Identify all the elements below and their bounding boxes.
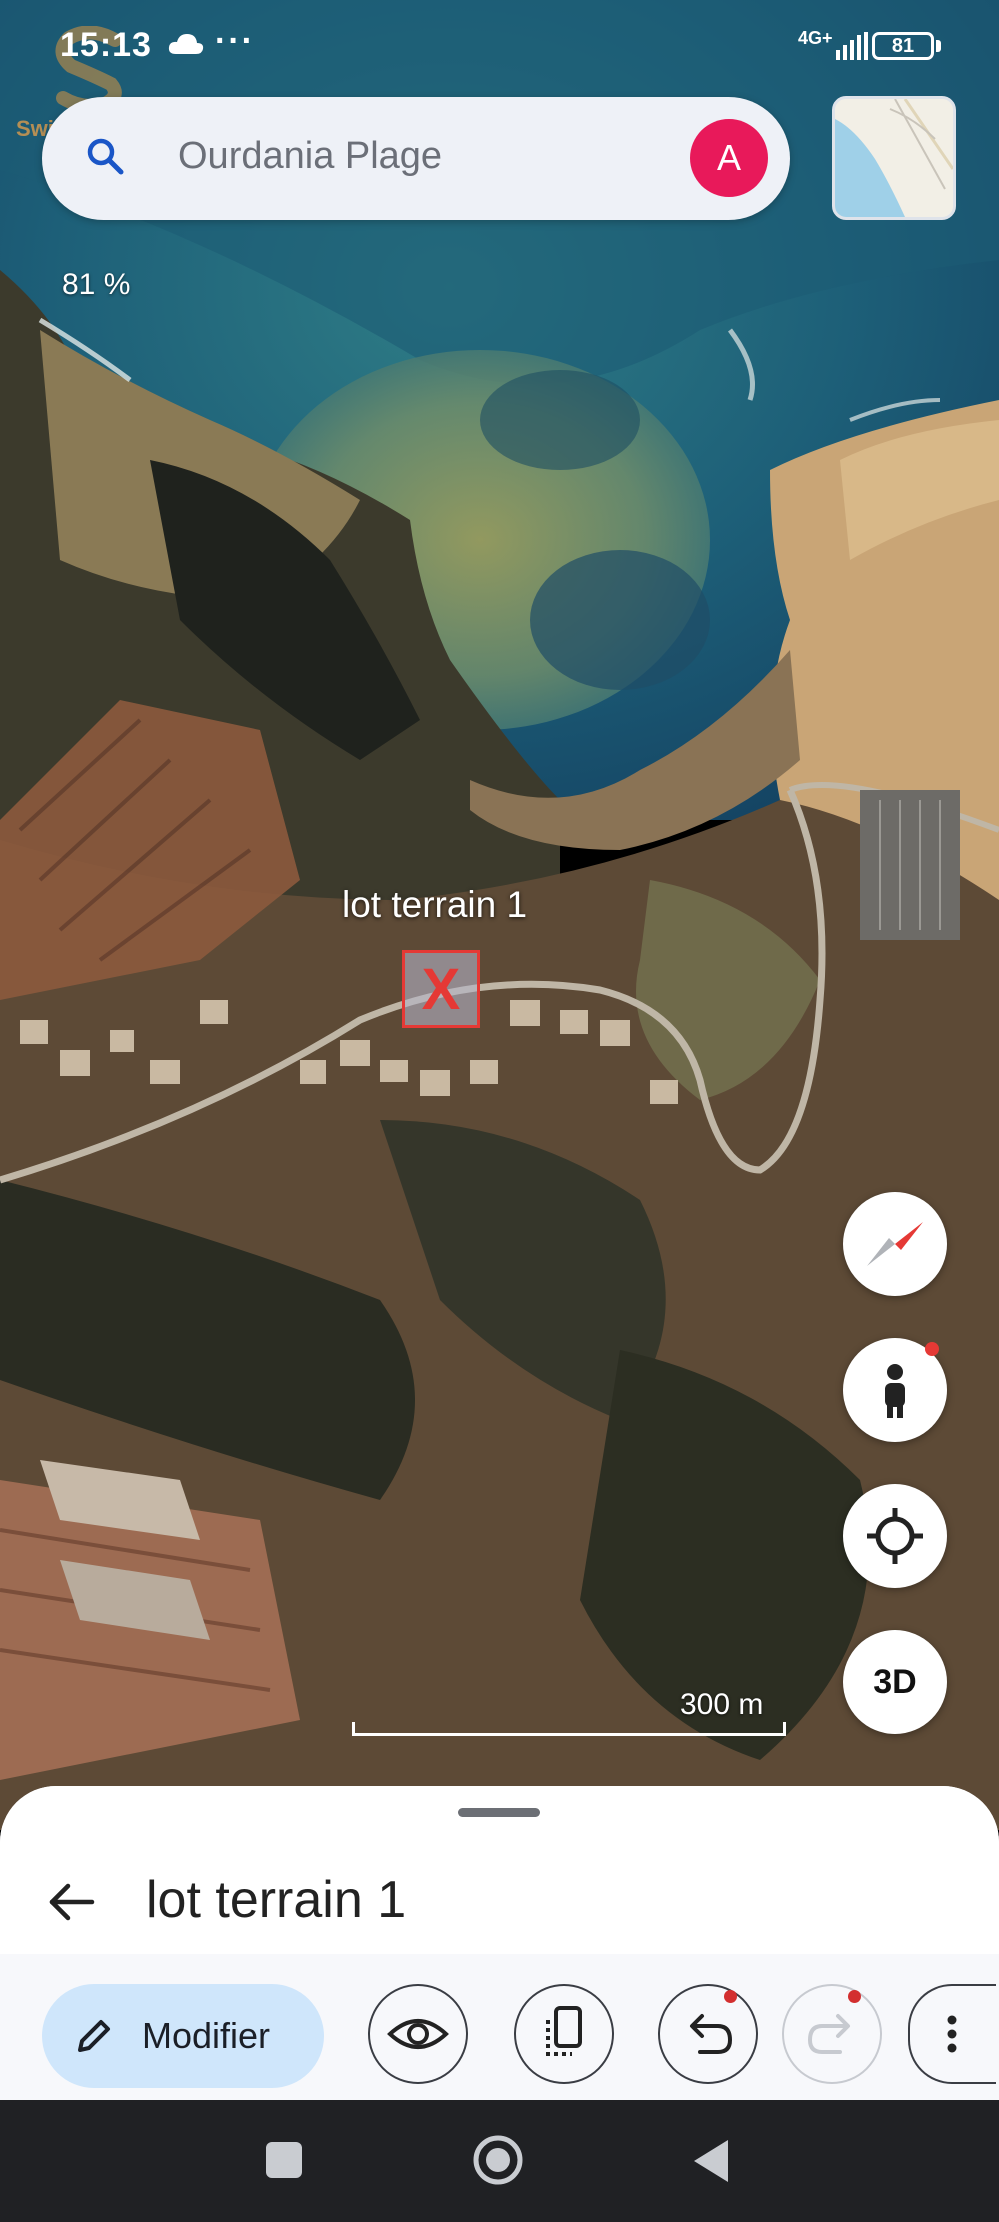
compass-icon	[867, 1222, 923, 1266]
search-icon[interactable]	[84, 135, 128, 184]
street-view-badge	[925, 1342, 939, 1356]
view-3d-button[interactable]: 3D	[843, 1630, 947, 1734]
visibility-button[interactable]	[368, 1984, 468, 2084]
back-arrow-icon[interactable]	[46, 1882, 96, 1927]
recents-icon[interactable]	[266, 2142, 302, 2178]
sheet-title: lot terrain 1	[146, 1871, 407, 1929]
compass-button[interactable]	[843, 1192, 947, 1296]
more-vert-icon	[947, 2015, 957, 2053]
edit-button[interactable]: Modifier	[42, 1984, 324, 2088]
map-style-thumbnail[interactable]	[832, 96, 956, 220]
copy-icon	[546, 2006, 582, 2056]
network-type: 4G+	[798, 28, 833, 48]
placemark-x-icon: X	[421, 957, 461, 1022]
search-query[interactable]: Ourdania Plage	[178, 135, 442, 178]
signal-icon	[836, 32, 868, 65]
placemark[interactable]: X	[402, 950, 480, 1028]
sheet-drag-handle[interactable]	[458, 1808, 540, 1817]
more-notifications-indicator: ···	[215, 22, 255, 60]
home-icon[interactable]	[472, 2134, 524, 2186]
redo-button[interactable]	[782, 1984, 882, 2084]
my-location-button[interactable]	[843, 1484, 947, 1588]
duplicate-button[interactable]	[514, 1984, 614, 2084]
status-time: 15:13	[60, 26, 152, 64]
undo-button[interactable]	[658, 1984, 758, 2084]
street-view-button[interactable]	[843, 1338, 947, 1442]
page: 81 % lot terrain 1 X 300 m Swiga | سويقة…	[0, 0, 999, 2222]
back-icon[interactable]	[692, 2138, 732, 2189]
account-avatar[interactable]: A	[690, 119, 768, 197]
bottom-sheet: lot terrain 1 Modifier	[0, 1786, 999, 2100]
edit-button-label: Modifier	[142, 2015, 271, 2056]
marker-label: lot terrain 1	[342, 884, 528, 925]
undo-icon	[690, 2014, 733, 2054]
scale-bar	[352, 1722, 786, 1736]
my-location-icon	[867, 1508, 923, 1564]
system-nav-bar	[0, 2100, 999, 2222]
scale-label: 300 m	[680, 1688, 764, 1721]
battery-icon: 81	[872, 32, 934, 60]
zoom-readout: 81 %	[62, 268, 131, 301]
cloud-icon	[168, 32, 204, 61]
undo-badge	[724, 1990, 737, 2003]
more-options-button[interactable]	[908, 1984, 996, 2084]
redo-badge	[848, 1990, 861, 2003]
redo-icon	[807, 2014, 850, 2054]
pencil-icon	[78, 2020, 110, 2052]
search-bar[interactable]: Ourdania Plage A	[42, 97, 790, 220]
eye-icon	[387, 2019, 449, 2049]
map-thumbnail-icon	[835, 99, 953, 217]
battery-tip	[936, 40, 941, 52]
